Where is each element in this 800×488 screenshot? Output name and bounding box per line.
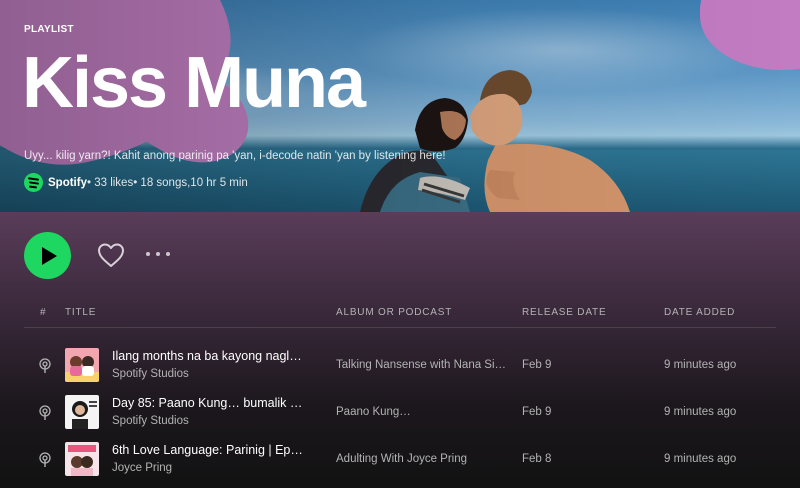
spotify-logo-icon[interactable] [24, 173, 43, 192]
play-icon [42, 246, 57, 265]
release-date: Feb 8 [522, 453, 552, 465]
tracklist-header: # TITLE ALBUM OR PODCAST RELEASE DATE DA… [24, 302, 776, 328]
playlist-duration: 10 hr 5 min [190, 176, 248, 189]
podcast-name[interactable]: Adulting With Joyce Pring [336, 453, 467, 465]
column-album[interactable]: ALBUM OR PODCAST [336, 307, 452, 318]
podcast-icon [39, 452, 51, 467]
play-button[interactable] [24, 232, 71, 279]
playlist-likes: • 33 likes [86, 176, 134, 189]
playlist-type-label: PLAYLIST [24, 24, 74, 35]
playlist-header-banner: PLAYLIST Kiss Muna Uyy... kilig yarn?! K… [0, 0, 800, 212]
column-release-date[interactable]: RELEASE DATE [522, 307, 606, 318]
playlist-song-count: • 18 songs, [133, 176, 191, 189]
playlist-title: Kiss Muna [22, 43, 366, 123]
release-date: Feb 9 [522, 359, 552, 371]
more-horizontal-icon [146, 252, 150, 256]
date-added: 9 minutes ago [664, 406, 737, 418]
episode-cover [65, 348, 99, 382]
podcast-icon [39, 358, 51, 373]
podcast-name[interactable]: Talking Nansense with Nana Si… [336, 359, 506, 371]
date-added: 9 minutes ago [664, 453, 737, 465]
column-number[interactable]: # [40, 307, 46, 318]
episode-publisher[interactable]: Spotify Studios [112, 368, 189, 380]
podcast-name[interactable]: Paano Kung… [336, 406, 411, 418]
table-row[interactable]: Day 85: Paano Kung… bumalik … Spotify St… [24, 391, 776, 435]
date-added: 9 minutes ago [664, 359, 737, 371]
heart-outline-icon[interactable] [96, 241, 126, 269]
playlist-owner-link[interactable]: Spotify [48, 177, 87, 189]
podcast-icon [39, 405, 51, 420]
episode-cover [65, 442, 99, 476]
episode-title[interactable]: 6th Love Language: Parinig | Ep… [112, 443, 303, 457]
playlist-description: Uyy... kilig yarn?! Kahit anong parinig … [24, 150, 446, 162]
column-title[interactable]: TITLE [65, 307, 96, 318]
playlist-meta: Spotify • 33 likes • 18 songs, 10 hr 5 m… [24, 173, 248, 192]
release-date: Feb 9 [522, 406, 552, 418]
episode-publisher[interactable]: Spotify Studios [112, 415, 189, 427]
episode-cover [65, 395, 99, 429]
table-row[interactable]: Ilang months na ba kayong nagl… Spotify … [24, 344, 776, 388]
more-options-button[interactable] [146, 247, 170, 261]
episode-title[interactable]: Day 85: Paano Kung… bumalik … [112, 396, 302, 410]
episode-publisher[interactable]: Joyce Pring [112, 462, 172, 474]
table-row[interactable]: 6th Love Language: Parinig | Ep… Joyce P… [24, 438, 776, 482]
column-date-added[interactable]: DATE ADDED [664, 307, 735, 318]
episode-title[interactable]: Ilang months na ba kayong nagl… [112, 349, 302, 363]
